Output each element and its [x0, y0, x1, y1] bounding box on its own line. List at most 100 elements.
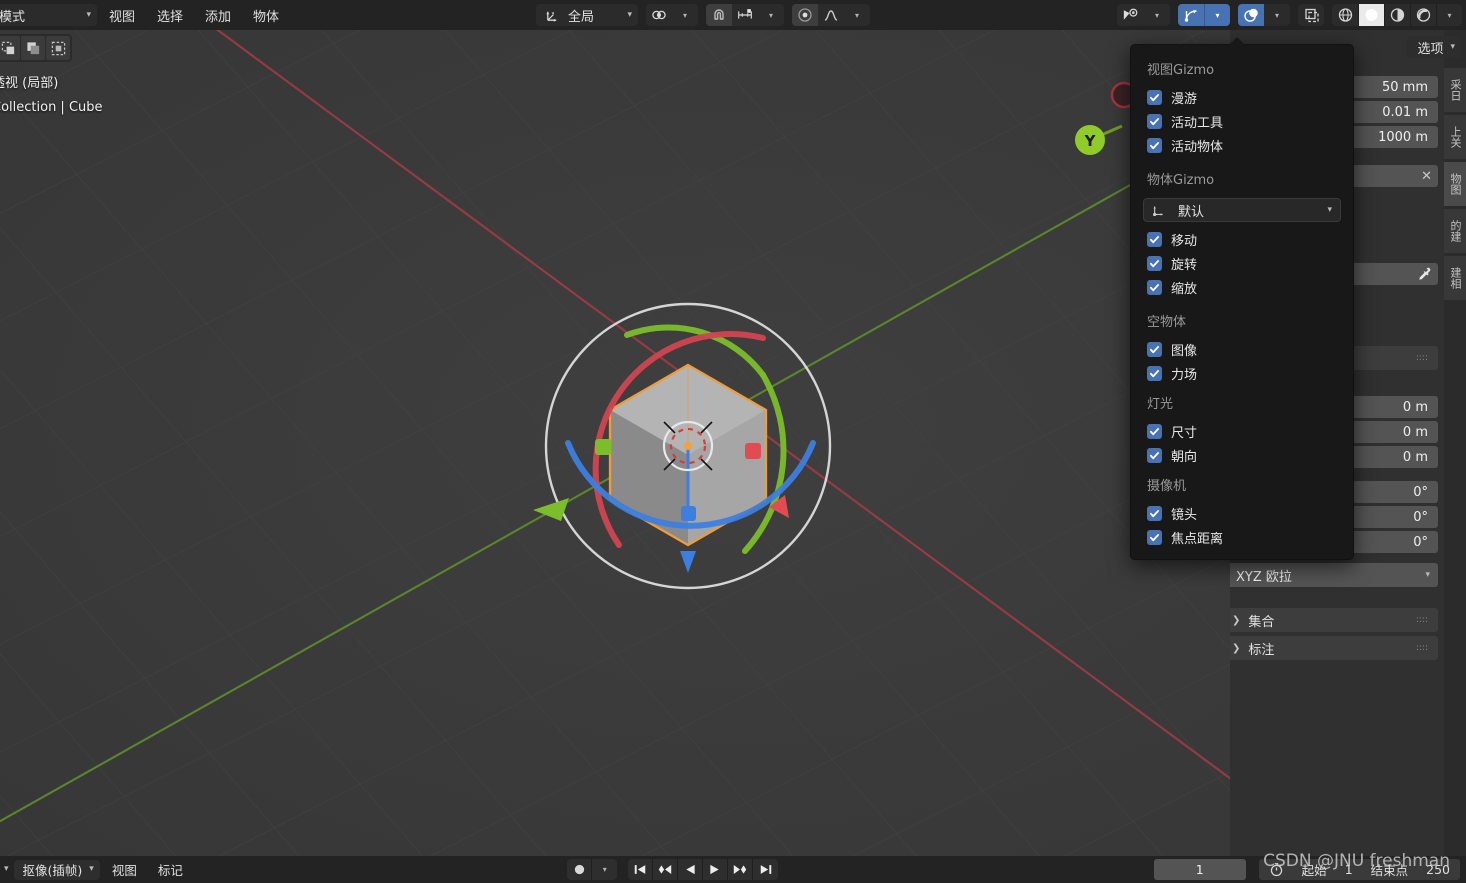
select-tweak-icon[interactable]	[21, 36, 45, 60]
timeline-header[interactable]: ▾ 抠像(插帧) ▾ 视图 标记 ▾ 1 起始 1 结束点 250	[0, 856, 1466, 883]
menu-object[interactable]: 物体	[243, 4, 289, 27]
record-dropdown[interactable]: ▾	[592, 859, 617, 880]
checkbox-checked-icon[interactable]	[1147, 505, 1162, 521]
proportional-falloff-button[interactable]	[818, 4, 844, 26]
checkbox-checked-icon[interactable]	[1147, 89, 1162, 105]
checkbox-checked-icon[interactable]	[1147, 113, 1162, 129]
gizmo-option-move[interactable]: 移动	[1131, 227, 1353, 251]
panel-grip-icon: ::::	[1415, 353, 1428, 363]
gizmo-option-force-field[interactable]: 力场	[1131, 361, 1353, 385]
overlays-toggle-button[interactable]	[1238, 4, 1264, 26]
rotation-mode-dropdown[interactable]: XYZ 欧拉 ▾	[1230, 563, 1438, 587]
transform-orientation-dropdown[interactable]: 全局 ▾	[536, 4, 639, 26]
checkbox-checked-icon[interactable]	[1147, 365, 1162, 381]
gizmo-toggle-button[interactable]	[1178, 4, 1204, 26]
overlays-settings-dropdown[interactable]: ▾	[1264, 4, 1290, 26]
object-gizmo-type-dropdown[interactable]: 默认 ▾	[1143, 198, 1341, 222]
proportional-falloff-dropdown[interactable]: ▾	[844, 4, 870, 26]
overlays-group[interactable]: ▾	[1238, 4, 1290, 26]
transform-gizmo[interactable]	[523, 283, 853, 613]
object-visibility-group[interactable]: ▾	[1117, 4, 1170, 26]
checkbox-checked-icon[interactable]	[1147, 341, 1162, 357]
checkbox-checked-icon[interactable]	[1147, 137, 1162, 153]
prev-keyframe-button[interactable]	[653, 859, 679, 880]
tool-shelf[interactable]	[0, 34, 72, 62]
gizmo-option-scale[interactable]: 缩放	[1131, 275, 1353, 299]
gizmo-group[interactable]: ▾	[1178, 4, 1230, 26]
checkbox-checked-icon[interactable]	[1147, 279, 1162, 295]
editor-type-icon[interactable]: ▾	[4, 865, 9, 874]
checkbox-checked-icon[interactable]	[1147, 529, 1162, 545]
snap-magnet-toggle[interactable]	[706, 4, 733, 26]
select-circle-icon[interactable]	[46, 36, 70, 60]
properties-tab-2[interactable]: 物图	[1444, 162, 1466, 206]
gizmo-option-camera-lens[interactable]: 镜头	[1131, 501, 1353, 525]
gizmo-option-image[interactable]: 图像	[1131, 337, 1353, 361]
shading-settings-dropdown[interactable]: ▾	[1436, 4, 1462, 26]
chevron-down-icon: ▾	[86, 9, 91, 20]
proportional-editing-toggle[interactable]	[792, 4, 819, 26]
shading-rendered-button[interactable]	[1410, 4, 1436, 26]
gizmo-option-focus-distance[interactable]: 焦点距离	[1131, 525, 1353, 549]
menu-add[interactable]: 添加	[195, 4, 241, 27]
record-group[interactable]: ▾	[567, 859, 618, 880]
checkbox-checked-icon[interactable]	[1147, 447, 1162, 463]
properties-tab-4[interactable]: 建相	[1444, 256, 1466, 300]
pivot-point-dropdown[interactable]: ▾	[672, 4, 698, 26]
timeline-menu-view[interactable]: 视图	[103, 858, 146, 881]
properties-tab-0[interactable]: 采日	[1444, 68, 1466, 112]
panel-annotations[interactable]: ❯ 标注 ::::	[1230, 636, 1438, 660]
properties-tab-1[interactable]: 上关	[1444, 115, 1466, 159]
snap-group[interactable]: ▾	[706, 4, 785, 26]
frame-range-group[interactable]: 起始 1 结束点 250	[1258, 859, 1461, 880]
checkbox-checked-icon[interactable]	[1147, 231, 1162, 247]
gizmo-settings-dropdown[interactable]: ▾	[1204, 4, 1230, 26]
pivot-point-button[interactable]	[646, 4, 672, 26]
gizmo-option-light-size[interactable]: 尺寸	[1131, 419, 1353, 443]
viewport-options-button[interactable]: 选项 ▾	[1407, 36, 1462, 58]
rotation-x-value: 0°	[1413, 484, 1428, 500]
navigation-gizmo[interactable]: Y	[1072, 78, 1136, 168]
shading-modes-group[interactable]: ▾	[1332, 4, 1462, 26]
timeline-menu-marker[interactable]: 标记	[149, 858, 192, 881]
object-visibility-dropdown[interactable]: ▾	[1144, 4, 1170, 26]
snap-target-button[interactable]	[732, 4, 758, 26]
object-visibility-button[interactable]	[1117, 4, 1144, 26]
timeline-editor-dropdown[interactable]: 抠像(插帧) ▾	[13, 859, 100, 880]
pivot-point-group[interactable]: ▾	[646, 4, 699, 26]
properties-tab-3[interactable]: 的建	[1444, 209, 1466, 253]
mode-selector[interactable]: 物体模式 ▾	[0, 4, 97, 26]
gizmo-option-light-direction[interactable]: 朝向	[1131, 443, 1353, 467]
panel-collections[interactable]: ❯ 集合 ::::	[1230, 608, 1438, 632]
shading-material-button[interactable]	[1384, 4, 1410, 26]
frame-start-value: 1	[1344, 862, 1353, 877]
gizmo-option-navigate[interactable]: 漫游	[1131, 85, 1353, 109]
checkbox-checked-icon[interactable]	[1147, 255, 1162, 271]
proportional-editing-group[interactable]: ▾	[792, 4, 871, 26]
record-button[interactable]	[567, 859, 593, 880]
properties-tab-strip[interactable]: 采日 上关 物图 的建 建相	[1444, 30, 1466, 856]
shading-solid-button[interactable]	[1358, 4, 1384, 26]
play-button[interactable]	[703, 859, 729, 880]
menu-select[interactable]: 选择	[147, 4, 193, 27]
checkbox-checked-icon[interactable]	[1147, 423, 1162, 439]
viewport-header[interactable]: 物体模式 ▾ 视图 选择 添加 物体 全局 ▾	[0, 0, 1466, 30]
xray-toggle-button[interactable]	[1298, 4, 1324, 26]
gizmo-option-active-tool-label: 活动工具	[1171, 115, 1224, 131]
select-box-icon[interactable]	[0, 36, 20, 60]
gizmo-settings-popover[interactable]: 视图Gizmo 漫游 活动工具 活动物体 物体Gizmo 默认 ▾ 移动 旋转 …	[1130, 37, 1354, 560]
gizmo-option-active-object[interactable]: 活动物体	[1131, 133, 1353, 157]
gizmo-option-active-tool[interactable]: 活动工具	[1131, 109, 1353, 133]
jump-to-start-button[interactable]	[628, 859, 654, 880]
shading-wireframe-button[interactable]	[1332, 4, 1358, 26]
x-close-icon[interactable]: ✕	[1421, 169, 1432, 184]
next-keyframe-button[interactable]	[728, 859, 754, 880]
menu-view[interactable]: 视图	[99, 4, 145, 27]
snap-settings-dropdown[interactable]: ▾	[758, 4, 784, 26]
gizmo-option-rotate[interactable]: 旋转	[1131, 251, 1353, 275]
play-reverse-button[interactable]	[678, 859, 704, 880]
current-frame-field[interactable]: 1	[1153, 859, 1246, 880]
xray-group[interactable]	[1298, 4, 1324, 26]
playback-transport[interactable]	[628, 859, 779, 880]
jump-to-end-button[interactable]	[753, 859, 778, 880]
